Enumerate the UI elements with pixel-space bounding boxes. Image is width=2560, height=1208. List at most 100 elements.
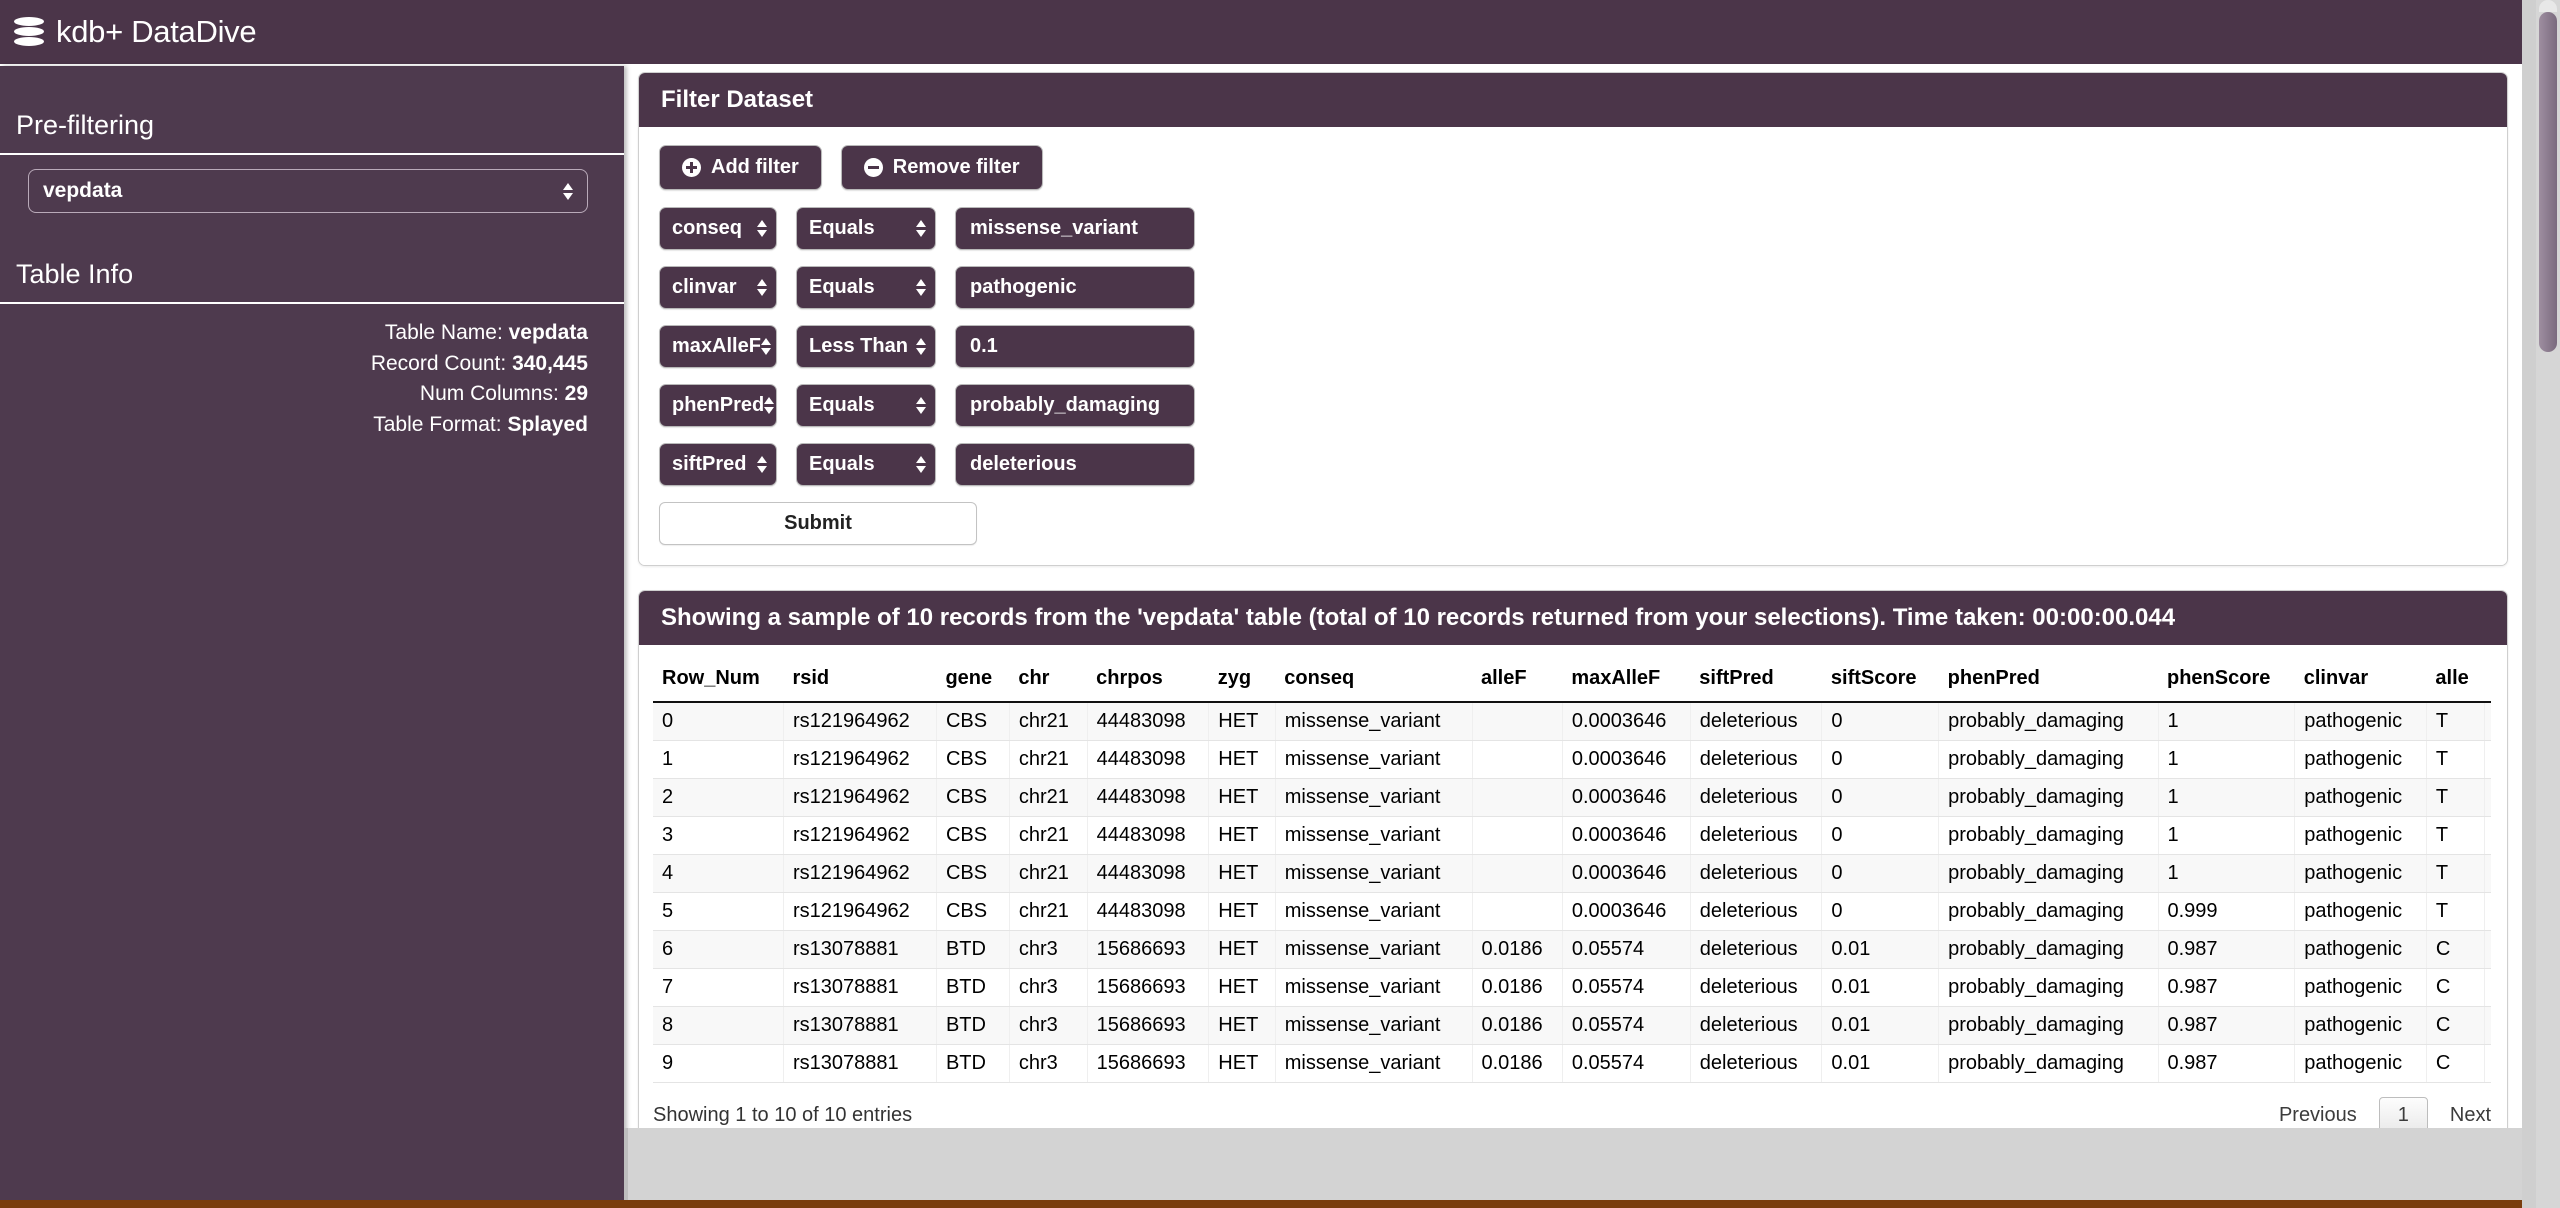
table-cell: 1 — [2158, 778, 2296, 817]
previous-page-button[interactable]: Previous — [2279, 1104, 2357, 1127]
filter-panel-title: Filter Dataset — [639, 73, 2507, 127]
column-header[interactable]: gene — [936, 661, 1010, 703]
table-cell: chr3 — [1009, 1044, 1088, 1083]
table-cell: 0 — [1821, 778, 1940, 817]
table-cell: missense_variant — [1275, 892, 1473, 931]
table-cell: missense_variant — [1275, 1006, 1473, 1045]
table-cell: deleterious — [1690, 740, 1823, 779]
filter-field-select[interactable]: siftPred — [659, 443, 777, 486]
column-header[interactable]: cdnaPos — [2484, 661, 2491, 703]
table-cell: CBS — [936, 778, 1010, 817]
table-cell: pathogenic — [2294, 740, 2427, 779]
remove-filter-button[interactable]: Remove filter — [840, 145, 1043, 190]
table-cell: HET — [1208, 816, 1276, 855]
column-header[interactable]: conseq — [1275, 661, 1472, 703]
table-cell: missense_variant — [1275, 740, 1473, 779]
column-header[interactable]: Row_Num — [653, 661, 784, 703]
column-header[interactable]: alleF — [1472, 661, 1563, 703]
filter-field-select[interactable]: clinvar — [659, 266, 777, 309]
table-cell: 1568 — [2484, 1006, 2491, 1045]
table-select[interactable]: vepdata — [28, 169, 588, 213]
table-cell: 5 — [653, 892, 784, 931]
brand[interactable]: kdb+ DataDive — [14, 14, 257, 50]
table-select-wrap: vepdata — [0, 155, 624, 223]
chevron-updown-icon — [563, 182, 573, 200]
column-header[interactable]: clinvar — [2294, 661, 2427, 703]
table-cell: pathogenic — [2294, 1006, 2427, 1045]
table-cell: rs121964962 — [783, 892, 937, 931]
column-header[interactable]: siftPred — [1690, 661, 1822, 703]
filter-operator-select[interactable]: Equals — [796, 266, 936, 309]
filter-operator-select[interactable]: Less Than — [796, 325, 936, 368]
column-header[interactable]: siftScore — [1821, 661, 1939, 703]
table-info-row: Table Name: vepdata — [0, 318, 588, 349]
table-cell: pathogenic — [2294, 930, 2427, 969]
table-cell: 0.0003646 — [1562, 854, 1691, 893]
filter-field-select[interactable]: conseq — [659, 207, 777, 250]
filter-operator-select[interactable]: Equals — [796, 384, 936, 427]
table-cell: 1628 — [2484, 968, 2491, 1007]
table-cell: chr21 — [1009, 778, 1088, 817]
column-header[interactable]: chrpos — [1087, 661, 1209, 703]
filter-field-select[interactable]: maxAlleF — [659, 325, 777, 368]
table-cell: pathogenic — [2294, 778, 2427, 817]
filter-value-text: missense_variant — [970, 217, 1138, 239]
table-cell: HET — [1208, 702, 1276, 741]
column-header[interactable]: alle — [2426, 661, 2485, 703]
add-filter-button[interactable]: Add filter — [659, 145, 822, 190]
table-cell: rs121964962 — [783, 740, 937, 779]
table-cell: 0.987 — [2158, 968, 2296, 1007]
filter-value-input[interactable]: deleterious — [955, 443, 1195, 486]
table-cell: deleterious — [1690, 702, 1823, 741]
table-cell: chr21 — [1009, 702, 1088, 741]
table-cell: pathogenic — [2294, 1044, 2427, 1083]
table-cell: rs13078881 — [783, 1044, 937, 1083]
column-header[interactable]: maxAlleF — [1562, 661, 1691, 703]
submit-button[interactable]: Submit — [659, 502, 977, 545]
table-cell: 8 — [653, 1006, 784, 1045]
table-cell: 0.0003646 — [1562, 702, 1691, 741]
table-cell: probably_damaging — [1938, 1044, 2159, 1083]
page-vertical-scrollbar-thumb[interactable] — [2539, 12, 2557, 352]
filter-field-value: clinvar — [672, 276, 737, 298]
bottom-strip — [0, 1200, 2560, 1208]
table-cell: 0.999 — [2158, 892, 2296, 931]
filter-field-select[interactable]: phenPred — [659, 384, 777, 427]
column-header[interactable]: chr — [1009, 661, 1088, 703]
table-cell: C — [2426, 1006, 2485, 1045]
table-info-label: Record Count: — [370, 351, 507, 375]
column-header[interactable]: phenPred — [1938, 661, 2158, 703]
table-cell: 0.0003646 — [1562, 778, 1691, 817]
column-header[interactable]: rsid — [783, 661, 937, 703]
table-cell: missense_variant — [1275, 1044, 1473, 1083]
filter-row: conseq Equals missense_variant — [659, 207, 2487, 250]
table-cell: missense_variant — [1275, 778, 1473, 817]
filter-value-input[interactable]: missense_variant — [955, 207, 1195, 250]
chevron-updown-icon — [916, 279, 926, 296]
table-cell: HET — [1208, 968, 1276, 1007]
table-cell: CBS — [936, 740, 1010, 779]
chevron-updown-icon — [757, 456, 767, 473]
table-cell: C — [2426, 968, 2485, 1007]
filter-value-input[interactable]: pathogenic — [955, 266, 1195, 309]
chevron-updown-icon — [916, 220, 926, 237]
table-cell: missense_variant — [1275, 968, 1473, 1007]
table-cell: HET — [1208, 778, 1276, 817]
chevron-updown-icon — [760, 338, 771, 355]
table-cell: 15686693 — [1087, 968, 1210, 1007]
filter-value-input[interactable]: 0.1 — [955, 325, 1195, 368]
table-info-row: Table Format: Splayed — [0, 410, 588, 441]
column-header[interactable]: phenScore — [2158, 661, 2295, 703]
table-cell: deleterious — [1690, 854, 1823, 893]
filter-operator-select[interactable]: Equals — [796, 207, 936, 250]
table-cell: HET — [1208, 854, 1276, 893]
page-vertical-scrollbar[interactable] — [2536, 0, 2560, 1208]
table-cell: BTD — [936, 968, 1010, 1007]
filter-operator-select[interactable]: Equals — [796, 443, 936, 486]
column-header[interactable]: zyg — [1208, 661, 1276, 703]
table-cell: T — [2426, 816, 2485, 855]
filter-value-input[interactable]: probably_damaging — [955, 384, 1195, 427]
table-cell: chr3 — [1009, 968, 1088, 1007]
next-page-button[interactable]: Next — [2450, 1104, 2491, 1127]
table-cell: C — [2426, 1044, 2485, 1083]
